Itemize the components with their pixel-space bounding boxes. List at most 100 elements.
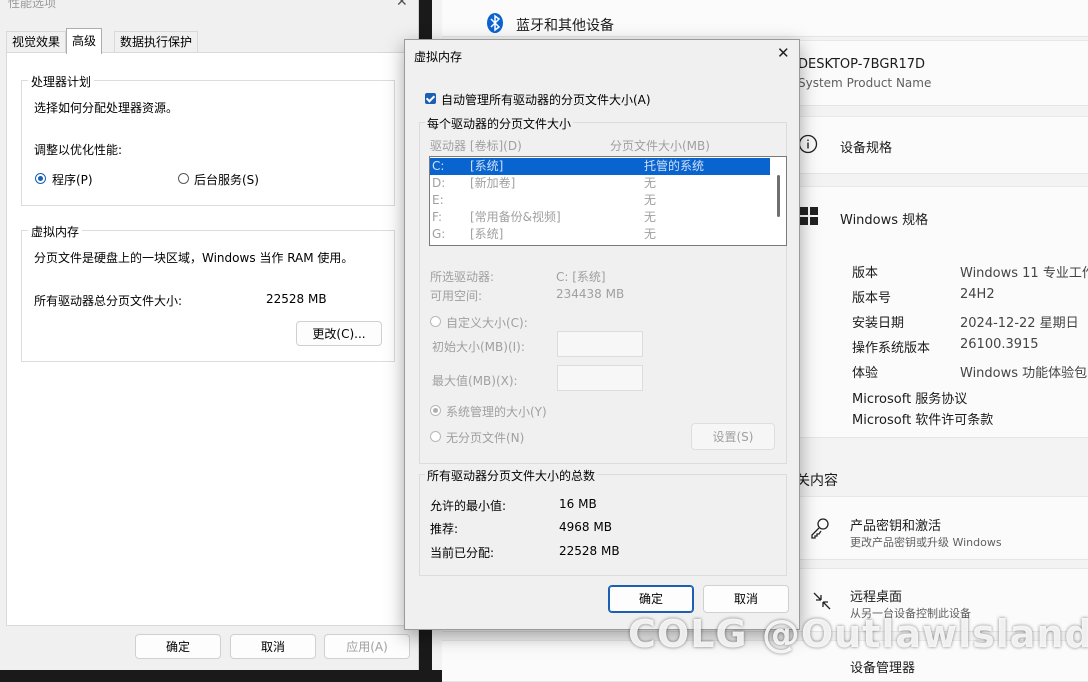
vm-ok-button[interactable]: 确定 xyxy=(608,585,694,613)
vm-desc: 分页文件是硬盘上的一块区域，Windows 当作 RAM 使用。 xyxy=(34,251,354,265)
windows-specs-label: Windows 规格 xyxy=(840,213,929,228)
vm-cancel-button[interactable]: 取消 xyxy=(703,585,789,613)
drive-row[interactable]: F: [常用备份&视频] 无 xyxy=(430,209,770,226)
spec-key: 操作系统版本 xyxy=(852,341,931,356)
spec-value: 24H2 xyxy=(960,287,995,302)
performance-options-dialog: 性能选项 ✕ 视觉效果 高级 数据执行保护 处理器计划 选择如何分配处理器资源。… xyxy=(0,0,419,670)
free-space-label: 可用空间: xyxy=(430,289,483,303)
recommended-label: 推荐: xyxy=(430,522,459,536)
spec-key: 安装日期 xyxy=(852,316,905,331)
selected-drive-label: 所选驱动器: xyxy=(430,270,495,284)
auto-manage-label[interactable]: 自动管理所有驱动器的分页文件大小(A) xyxy=(441,91,651,108)
totals-group-label: 所有驱动器分页文件大小的总数 xyxy=(425,467,598,484)
spec-key: 版本号 xyxy=(852,291,892,306)
spec-value: 2024-12-22 星期日 xyxy=(960,316,1079,331)
drive-size: 托管的系统 xyxy=(644,159,705,173)
bluetooth-row[interactable]: 蓝牙和其他设备 xyxy=(442,0,1088,37)
spec-value: Windows 11 专业工作站 xyxy=(960,266,1088,281)
virtual-memory-group: 虚拟内存 分页文件是硬盘上的一块区域，Windows 当作 RAM 使用。 所有… xyxy=(21,223,395,362)
no-paging-label[interactable]: 无分页文件(N) xyxy=(446,429,524,446)
drive-letter: G: xyxy=(432,227,446,241)
custom-size-label[interactable]: 自定义大小(C): xyxy=(446,314,528,331)
perf-ok-button[interactable]: 确定 xyxy=(135,634,221,659)
free-space-value: 234438 MB xyxy=(556,287,625,301)
bluetooth-label: 蓝牙和其他设备 xyxy=(516,18,614,34)
custom-size-radio[interactable] xyxy=(430,316,441,327)
spec-value: Windows 功能体验包 1 xyxy=(960,366,1088,381)
device-specs-label: 设备规格 xyxy=(840,141,893,156)
drive-list[interactable]: C: [系统] 托管的系统 D: [新加卷] 无 E: 无 F: [常用备份&视… xyxy=(429,156,787,246)
services-agreement-link[interactable]: Microsoft 服务协议 xyxy=(852,388,967,407)
virtual-memory-dialog: 虚拟内存 ✕ 自动管理所有驱动器的分页文件大小(A) 每个驱动器的分页文件大小 … xyxy=(404,39,800,630)
drive-letter: D: xyxy=(432,176,446,190)
optimize-label: 调整以优化性能: xyxy=(34,143,123,157)
close-icon[interactable]: ✕ xyxy=(396,0,408,10)
drive-row[interactable]: C: [系统] 托管的系统 xyxy=(430,158,770,175)
services-radio-label[interactable]: 后台服务(S) xyxy=(194,171,259,188)
advanced-tab-panel: 处理器计划 选择如何分配处理器资源。 调整以优化性能: 程序(P) 后台服务(S… xyxy=(6,52,412,626)
drive-letter: C: xyxy=(432,159,445,173)
current-allocated-value: 22528 MB xyxy=(559,544,620,558)
watermark-text: COLG @Outlawlsland xyxy=(628,612,1088,656)
drive-size: 无 xyxy=(644,193,657,207)
drive-size: 无 xyxy=(644,176,657,190)
perf-cancel-button[interactable]: 取消 xyxy=(230,634,316,659)
max-size-input[interactable] xyxy=(557,365,643,391)
processor-desc: 选择如何分配处理器资源。 xyxy=(34,101,179,115)
product-key-title: 产品密钥和激活 xyxy=(850,519,942,534)
tab-advanced[interactable]: 高级 xyxy=(66,28,103,54)
perf-dialog-title: 性能选项 xyxy=(8,0,57,10)
vm-dialog-title: 虚拟内存 xyxy=(414,50,463,64)
spec-key: 体验 xyxy=(852,366,879,381)
tab-dep[interactable]: 数据执行保护 xyxy=(114,31,199,53)
max-size-label: 最大值(MB)(X): xyxy=(432,374,518,388)
windows-logo-icon xyxy=(800,207,818,225)
spec-value: 26100.3915 xyxy=(960,337,1039,352)
drive-letter: E: xyxy=(432,193,444,207)
drive-size: 无 xyxy=(644,227,657,241)
product-key-subtitle: 更改产品密钥或升级 Windows xyxy=(850,536,1002,549)
drive-row[interactable]: E: 无 xyxy=(430,192,770,209)
system-managed-radio[interactable] xyxy=(430,405,441,416)
related-header: 关内容 xyxy=(796,473,838,489)
perf-apply-button[interactable]: 应用(A) xyxy=(324,634,410,659)
col-size-header: 分页文件大小(MB) xyxy=(610,139,710,153)
key-icon xyxy=(811,518,829,539)
per-drive-group-label: 每个驱动器的分页文件大小 xyxy=(425,115,574,132)
change-button[interactable]: 更改(C)... xyxy=(296,321,382,346)
drive-label: [新加卷] xyxy=(470,176,516,190)
drive-label: [常用备份&视频] xyxy=(470,210,561,224)
programs-radio[interactable] xyxy=(35,173,46,184)
close-icon[interactable]: ✕ xyxy=(777,44,790,62)
drive-size: 无 xyxy=(644,210,657,224)
auto-manage-checkbox[interactable] xyxy=(425,93,436,104)
system-managed-label[interactable]: 系统管理的大小(Y) xyxy=(446,403,547,420)
processor-group-label: 处理器计划 xyxy=(28,73,95,90)
programs-radio-label[interactable]: 程序(P) xyxy=(52,171,93,188)
drive-row[interactable]: G: [系统] 无 xyxy=(430,226,770,243)
device-model: System Product Name xyxy=(798,76,932,90)
device-name: DESKTOP-7BGR17D xyxy=(798,57,926,72)
drive-letter: F: xyxy=(432,210,443,224)
drive-label: [系统] xyxy=(470,159,504,173)
vm-group-label: 虚拟内存 xyxy=(28,223,83,240)
min-allowed-value: 16 MB xyxy=(559,497,597,511)
processor-scheduling-group: 处理器计划 选择如何分配处理器资源。 调整以优化性能: 程序(P) 后台服务(S… xyxy=(21,73,395,206)
col-drive-header: 驱动器 [卷标](D) xyxy=(430,139,522,153)
recommended-value: 4968 MB xyxy=(559,520,612,534)
scrollbar-thumb[interactable] xyxy=(777,175,780,217)
license-terms-link[interactable]: Microsoft 软件许可条款 xyxy=(852,409,993,428)
initial-size-input[interactable] xyxy=(557,331,643,357)
tab-visual-effects[interactable]: 视觉效果 xyxy=(6,31,67,53)
no-paging-radio[interactable] xyxy=(430,431,441,442)
remote-desktop-icon xyxy=(813,592,831,610)
services-radio[interactable] xyxy=(178,173,189,184)
drive-list-scrollbar[interactable] xyxy=(772,157,786,243)
set-button[interactable]: 设置(S) xyxy=(691,423,775,450)
drive-row[interactable]: D: [新加卷] 无 xyxy=(430,175,770,192)
current-allocated-label: 当前已分配: xyxy=(430,546,495,560)
initial-size-label: 初始大小(MB)(I): xyxy=(432,340,525,354)
min-allowed-label: 允许的最小值: xyxy=(430,499,507,513)
total-paging-value: 22528 MB xyxy=(266,292,327,306)
remote-desktop-title: 远程桌面 xyxy=(850,590,903,605)
